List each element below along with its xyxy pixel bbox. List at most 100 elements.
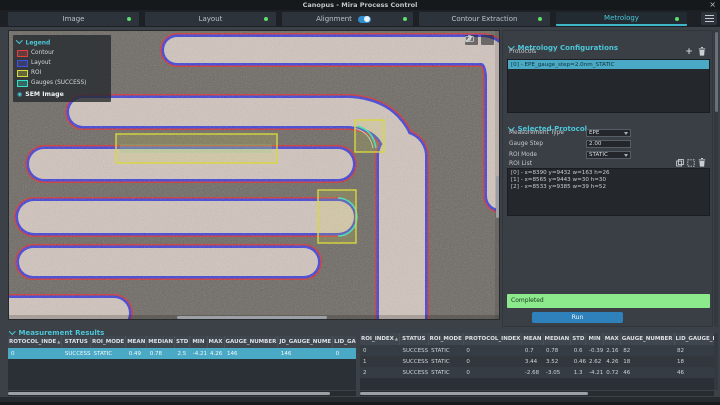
column-header[interactable]: GAUGE_NUMBER [224,336,279,348]
delete-protocol-button[interactable] [697,47,707,56]
alignment-toggle[interactable] [357,15,371,23]
column-header[interactable]: MIN [189,336,208,348]
column-header[interactable]: ROI_MODE [90,336,127,348]
gauge-step-input[interactable]: 2.00 [586,139,631,148]
tab-contour-extraction[interactable]: Contour Extraction [419,12,550,26]
column-header[interactable]: LID_GAUGE_NUMB [674,333,714,345]
roi-results-table: ROI_INDEX▲ STATUS ROI_MODE PROTOCOL_INDEX ME… [360,333,714,378]
table-cell: 2.5 [174,348,190,359]
table-cell: SUCCESS [402,347,429,354]
column-header[interactable]: STATUS [61,336,92,348]
tab-metrology[interactable]: Metrology [556,12,687,26]
viewer-vertical-scrollbar[interactable] [495,31,499,319]
gauge-step-row: Gauge Step 2.00 [509,139,631,148]
column-header[interactable]: MEAN [125,336,148,348]
metrology-config-panel: Metrology Configurations Protocols + [0]… [502,30,713,327]
table-cell: 0.46 [573,358,586,365]
protocol-list[interactable]: [0] - EPE_gauge_step=2.0nm_STATIC [507,59,710,113]
table-cell: 1 [363,358,367,365]
protocols-label: Protocols [509,48,537,55]
tab-image[interactable]: Image [8,12,139,26]
column-header[interactable]: MEAN [521,333,544,345]
edit-pencil-icon[interactable] [465,35,494,45]
list-item[interactable]: [2] - x=8533 y=9385 w=39 h=52 [508,183,709,190]
chevron-down-icon [16,37,23,44]
eye-icon: ◉ [17,90,23,98]
roi-rect-0[interactable] [115,133,278,164]
sem-image-layer-row[interactable]: ◉ SEM Image [17,91,107,98]
app-window: Canopus - Mira Process Control × Image L… [0,0,720,405]
scrollbar-thumb[interactable] [714,32,718,112]
roi-rect-1[interactable] [354,119,385,153]
viewer-horizontal-scrollbar[interactable] [9,315,499,319]
table-cell: 2.62 [588,358,602,365]
roi-list[interactable]: [0] - x=8390 y=9432 w=163 h=26 [1] - x=85… [507,168,710,216]
column-header[interactable]: ROI_INDEX▲ [360,333,400,345]
column-header[interactable]: ROTOCOL_INDE▲ [8,336,63,348]
table-row[interactable]: 0SUCCESSSTATIC00.70.780.6-0.392.1682820 [360,345,714,356]
status-dot [403,17,407,21]
scrollbar-thumb[interactable] [8,392,330,395]
table-cell: 18 [677,358,685,365]
list-item[interactable]: [0] - x=8390 y=9432 w=163 h=26 [508,169,709,176]
duplicate-roi-button[interactable] [675,158,685,167]
roi-rect-2[interactable] [317,189,357,244]
column-header[interactable]: MEDIAN [543,333,572,345]
column-header[interactable]: MEDIAN [146,336,175,348]
table-cell: 3.52 [546,358,559,365]
draw-roi-button[interactable] [686,158,696,167]
tab-alignment[interactable]: Alignment [282,12,413,26]
column-header[interactable]: MAX [207,336,225,348]
close-icon[interactable]: × [709,0,716,10]
roi-list-label: ROI List [509,160,533,167]
panel-vertical-scrollbar[interactable] [714,30,718,327]
measurement-type-row: Measurement Type EPE [509,128,631,137]
right-table-vertical-scrollbar[interactable] [714,333,718,390]
scrollbar-thumb[interactable] [177,315,327,319]
tab-metrology-label: Metrology [604,14,639,22]
column-header[interactable]: MAX [603,333,621,345]
add-protocol-button[interactable]: + [684,47,694,56]
right-table-horizontal-scrollbar[interactable] [360,391,714,396]
run-button[interactable]: Run [532,312,623,323]
hamburger-menu-icon[interactable] [701,12,717,25]
table-row[interactable]: 2 SUCCESS STATIC 0 -2.68 -3.05 1.3 -4.21 0.72 46 4… [360,367,714,378]
table-cell: 0 [466,358,470,365]
column-header[interactable]: STD [174,336,191,348]
status-dot [264,17,268,21]
column-header[interactable]: STATUS [399,333,429,345]
sem-image-viewer[interactable]: Legend Contour Layout ROI Gauges (SUCCES… [8,30,500,320]
roi-swatch [17,69,28,77]
table-row[interactable]: 1SUCCESSSTATIC03.443.520.462.624.2618180 [360,356,714,367]
column-header[interactable]: LID_GAUGE_NUM [332,336,356,348]
column-header[interactable]: PROTOCOL_INDEX [463,333,523,345]
measurement-type-select[interactable]: EPE [586,128,631,137]
table-cell: 46 [623,369,631,376]
column-header[interactable]: JD_GAUGE_NUME [277,336,334,348]
column-header[interactable]: ROI_MODE [428,333,464,345]
protocol-results-table: ROTOCOL_INDE▲ STATUS ROI_MODE MEAN MEDIAN STD… [8,336,356,359]
table-cell: 4.26 [207,348,224,359]
table-row[interactable]: 0 SUCCESS STATIC 0.49 0.78 2.5 -4.21 4.26 146 146… [8,348,356,359]
column-header[interactable]: MIN [585,333,604,345]
legend-header[interactable]: Legend [16,37,107,47]
table-cell: -2.68 [524,369,540,376]
table-cell: 2.16 [606,347,619,354]
left-table-horizontal-scrollbar[interactable] [8,391,356,396]
table-cell: 1.3 [573,369,583,376]
table-cell: SUCCESS [402,358,429,365]
table-cell: 0 [332,348,356,359]
roi-mode-select[interactable]: STATIC [586,150,631,159]
table-cell: 0.78 [546,347,559,354]
table-cell: 82 [623,347,631,354]
status-dot [127,17,131,21]
list-item[interactable]: [1] - x=8565 y=9443 w=30 h=30 [508,176,709,183]
column-header[interactable]: GAUGE_NUMBER [620,333,675,345]
delete-roi-button[interactable] [697,158,707,167]
scrollbar-thumb[interactable] [360,392,588,395]
tab-layout[interactable]: Layout [145,12,276,26]
table-cell: STATIC [431,369,450,376]
scrollbar-thumb[interactable] [495,176,499,218]
list-item[interactable]: [0] - EPE_gauge_step=2.0nm_STATIC [508,60,709,69]
column-header[interactable]: STD [570,333,587,345]
